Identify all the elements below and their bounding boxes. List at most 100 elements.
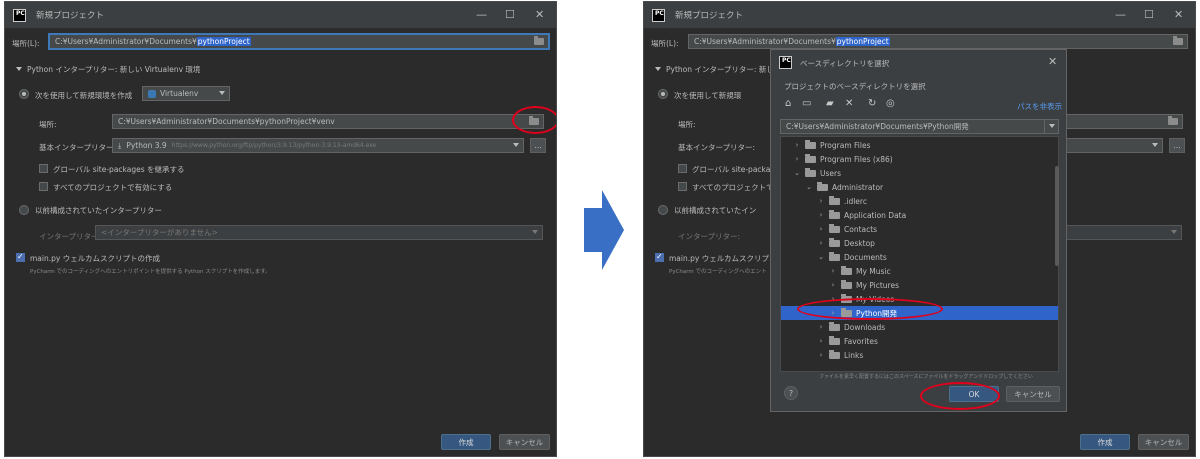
tree-row[interactable]: › My Music bbox=[781, 264, 1058, 278]
section-expand-icon[interactable] bbox=[16, 67, 22, 71]
folder-icon bbox=[829, 237, 840, 247]
chevron-down-icon[interactable]: ⌄ bbox=[793, 169, 801, 177]
new-env-radio[interactable] bbox=[19, 89, 29, 99]
tree-row[interactable]: › Links bbox=[781, 348, 1058, 362]
previous-interpreter-radio[interactable] bbox=[19, 205, 29, 215]
browse-folder-icon[interactable] bbox=[1168, 116, 1178, 125]
desktop-icon[interactable]: ▭ bbox=[802, 98, 811, 109]
tree-row-label: Administrator bbox=[832, 182, 884, 192]
tree-row[interactable]: › Program Files (x86) bbox=[781, 152, 1058, 166]
chevron-right-icon[interactable]: › bbox=[817, 225, 825, 233]
section-expand-icon[interactable] bbox=[655, 67, 661, 71]
maximize-icon[interactable]: ☐ bbox=[1144, 9, 1154, 20]
chevron-right-icon[interactable]: › bbox=[817, 197, 825, 205]
refresh-icon[interactable]: ↻ bbox=[868, 98, 876, 109]
previous-interpreter-radio[interactable] bbox=[658, 205, 668, 215]
base-interpreter-select[interactable] bbox=[1056, 138, 1163, 153]
tree-row[interactable]: › Program Files bbox=[781, 138, 1058, 152]
right-new-project-window: PC 新規プロジェクト — ☐ ✕ 場所(L): C:¥Users¥Admini… bbox=[643, 1, 1196, 457]
home-icon[interactable]: ⌂ bbox=[785, 98, 791, 109]
tree-row[interactable]: ⌄ Users bbox=[781, 166, 1058, 180]
tree-row[interactable]: › Desktop bbox=[781, 236, 1058, 250]
tree-row[interactable]: › My Pictures bbox=[781, 278, 1058, 292]
create-button[interactable]: 作成 bbox=[1080, 434, 1130, 450]
inherit-site-packages-label: グローバル site-packages を継承する bbox=[53, 165, 185, 174]
tree-row[interactable]: › Favorites bbox=[781, 334, 1058, 348]
tree-row[interactable]: ⌄ Documents bbox=[781, 250, 1058, 264]
folder-icon bbox=[841, 265, 852, 275]
tree-row[interactable]: › Downloads bbox=[781, 320, 1058, 334]
cancel-button[interactable]: キャンセル bbox=[1138, 434, 1189, 450]
chevron-right-icon[interactable]: › bbox=[793, 155, 801, 163]
tree-row[interactable]: › Application Data bbox=[781, 208, 1058, 222]
more-button[interactable]: ... bbox=[1169, 138, 1185, 153]
chevron-right-icon[interactable]: › bbox=[817, 337, 825, 345]
cancel-button[interactable]: キャンセル bbox=[1006, 386, 1060, 402]
directory-tree[interactable]: › Program Files › Program Files (x86) ⌄ Users… bbox=[780, 136, 1059, 372]
path-input[interactable]: C:¥Users¥Administrator¥Documents¥Python開… bbox=[780, 119, 1059, 134]
all-projects-checkbox[interactable] bbox=[678, 182, 687, 191]
interpreter-placeholder: <インタープリターがありません> bbox=[101, 228, 218, 237]
new-folder-icon[interactable]: ▰ bbox=[826, 98, 834, 109]
show-hidden-icon[interactable]: ◎ bbox=[886, 98, 895, 109]
location-input[interactable]: C:¥Users¥Administrator¥Documents¥ pythonP… bbox=[688, 34, 1188, 49]
base-interpreter-select[interactable]: ⤓ Python 3.9 https://www.python.org/ftp/… bbox=[112, 138, 524, 153]
folder-icon bbox=[829, 209, 840, 219]
chevron-right-icon[interactable]: › bbox=[829, 267, 837, 275]
welcome-script-label: main.py ウェルカムスクリプトの作成 bbox=[30, 254, 160, 263]
folder-icon bbox=[805, 167, 816, 177]
delete-icon[interactable]: ✕ bbox=[845, 98, 853, 109]
left-titlebar: PC 新規プロジェクト bbox=[5, 2, 556, 28]
tree-scrollbar[interactable] bbox=[1055, 166, 1059, 266]
folder-icon bbox=[829, 321, 840, 331]
tree-row[interactable]: › Contacts bbox=[781, 222, 1058, 236]
chevron-right-icon[interactable]: › bbox=[817, 323, 825, 331]
chevron-down-icon[interactable]: ⌄ bbox=[805, 183, 813, 191]
place-label: 場所: bbox=[678, 120, 696, 129]
chevron-right-icon[interactable]: › bbox=[817, 239, 825, 247]
minimize-icon[interactable]: — bbox=[1115, 9, 1126, 20]
maximize-icon[interactable]: ☐ bbox=[505, 9, 515, 20]
browse-folder-icon[interactable] bbox=[1173, 36, 1183, 45]
interpreter-section-title[interactable]: Python インタープリター: 新しい bbox=[666, 64, 781, 75]
interpreter-section-title[interactable]: Python インタープリター: 新しい Virtualenv 環境 bbox=[27, 64, 200, 75]
inherit-site-packages-checkbox[interactable] bbox=[39, 164, 48, 173]
tree-row[interactable]: › .idlerc bbox=[781, 194, 1058, 208]
location-input[interactable]: C:¥Users¥Administrator¥Documents¥ pythonP… bbox=[49, 34, 549, 49]
pycharm-logo-icon: PC bbox=[13, 8, 26, 22]
highlight-ellipse bbox=[797, 298, 943, 320]
tree-row[interactable]: ⌄ Administrator bbox=[781, 180, 1058, 194]
new-env-radio-label: 次を使用して新規環境を作成 bbox=[35, 91, 133, 100]
welcome-script-checkbox[interactable] bbox=[16, 252, 25, 262]
folder-icon bbox=[817, 181, 828, 191]
tree-row-label: Links bbox=[844, 350, 864, 360]
interpreter-select[interactable]: <インタープリターがありません> bbox=[95, 225, 543, 240]
welcome-script-hint: PyCharm でのコーディングへのエント bbox=[669, 269, 767, 275]
inherit-site-packages-checkbox[interactable] bbox=[678, 164, 687, 173]
interpreter-label: インタープリター: bbox=[678, 232, 741, 241]
interpreter-select[interactable] bbox=[1056, 225, 1182, 240]
hide-path-link[interactable]: パスを非表示 bbox=[1017, 101, 1062, 112]
close-icon[interactable]: ✕ bbox=[535, 9, 544, 20]
more-button[interactable]: ... bbox=[530, 138, 546, 153]
place-label: 場所: bbox=[39, 120, 57, 129]
venv-location-input[interactable]: C:¥Users¥Administrator¥Documents¥pythonP… bbox=[112, 114, 544, 129]
help-button[interactable]: ? bbox=[784, 386, 798, 400]
chevron-right-icon[interactable]: › bbox=[817, 211, 825, 219]
chevron-right-icon[interactable]: › bbox=[793, 141, 801, 149]
chevron-down-icon[interactable]: ⌄ bbox=[817, 253, 825, 261]
folder-icon bbox=[829, 335, 840, 345]
close-icon[interactable]: ✕ bbox=[1174, 9, 1183, 20]
create-button[interactable]: 作成 bbox=[441, 434, 491, 450]
chevron-right-icon[interactable]: › bbox=[817, 351, 825, 359]
dialog-close-icon[interactable]: ✕ bbox=[1048, 56, 1057, 67]
env-type-select[interactable]: Virtualenv bbox=[142, 86, 230, 101]
venv-location-input[interactable] bbox=[1056, 114, 1183, 129]
cancel-button[interactable]: キャンセル bbox=[499, 434, 550, 450]
welcome-script-checkbox[interactable] bbox=[655, 252, 664, 262]
minimize-icon[interactable]: — bbox=[476, 9, 487, 20]
browse-folder-icon[interactable] bbox=[534, 36, 544, 45]
chevron-right-icon[interactable]: › bbox=[829, 281, 837, 289]
new-env-radio[interactable] bbox=[658, 89, 668, 99]
all-projects-checkbox[interactable] bbox=[39, 182, 48, 191]
